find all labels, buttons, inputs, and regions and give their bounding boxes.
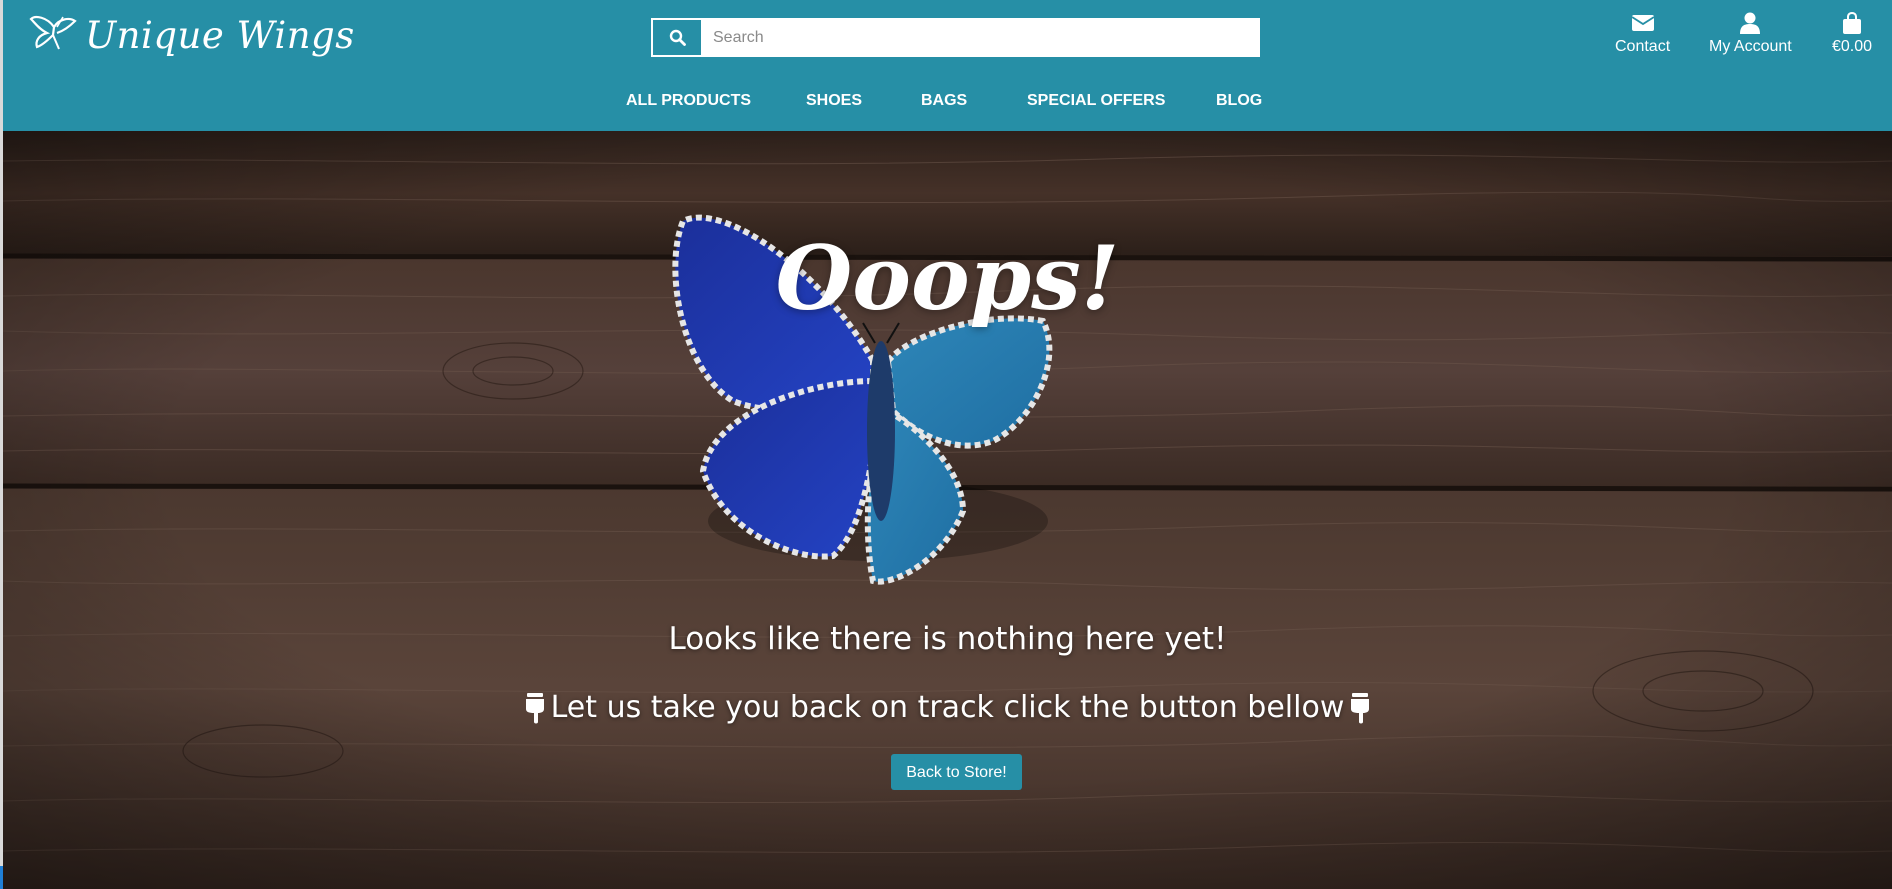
left-edge-bar <box>0 0 3 889</box>
brand-name: Unique Wings <box>85 13 355 57</box>
search-icon <box>669 29 686 46</box>
brand-logo-link[interactable]: Unique Wings <box>29 10 355 60</box>
butterfly-icon <box>29 16 77 50</box>
account-links: Contact My Account €0.00 <box>1592 12 1892 62</box>
site-header: Unique Wings Contact <box>3 0 1892 131</box>
shopping-bag-link[interactable]: €0.00 <box>1832 12 1872 56</box>
search-input[interactable] <box>701 20 1258 55</box>
message-secondary-row: Let us take you back on track click the … <box>3 690 1892 725</box>
search-form <box>651 18 1260 57</box>
left-edge-indicator <box>0 866 3 889</box>
back-to-store-button[interactable]: Back to Store! <box>891 754 1022 790</box>
hand-pointing-down-icon <box>525 692 544 723</box>
user-icon <box>1740 12 1761 34</box>
nav-bags[interactable]: BAGS <box>921 92 967 110</box>
my-account-link[interactable]: My Account <box>1709 12 1792 56</box>
contact-link[interactable]: Contact <box>1615 12 1670 56</box>
my-account-label: My Account <box>1709 38 1792 55</box>
contact-label: Contact <box>1615 38 1671 55</box>
error-headline: Ooops! <box>775 226 1120 330</box>
nav-all-products[interactable]: ALL PRODUCTS <box>626 92 751 110</box>
main-nav: ALL PRODUCTS SHOES BAGS SPECIAL OFFERS B… <box>3 92 1892 116</box>
nav-shoes[interactable]: SHOES <box>806 92 862 110</box>
search-button[interactable] <box>653 20 701 55</box>
message-primary: Looks like there is nothing here yet! <box>668 621 1227 657</box>
envelope-icon <box>1631 15 1655 31</box>
shopping-bag-icon <box>1843 12 1862 34</box>
nav-special-offers[interactable]: SPECIAL OFFERS <box>1027 92 1165 110</box>
page: Unique Wings Contact <box>0 0 1892 889</box>
hand-pointing-down-icon <box>1351 692 1370 723</box>
hero-section: Ooops! Looks like there is nothing here … <box>3 131 1892 889</box>
bag-total: €0.00 <box>1832 38 1873 55</box>
message-secondary: Let us take you back on track click the … <box>550 690 1345 725</box>
nav-blog[interactable]: BLOG <box>1216 92 1262 110</box>
